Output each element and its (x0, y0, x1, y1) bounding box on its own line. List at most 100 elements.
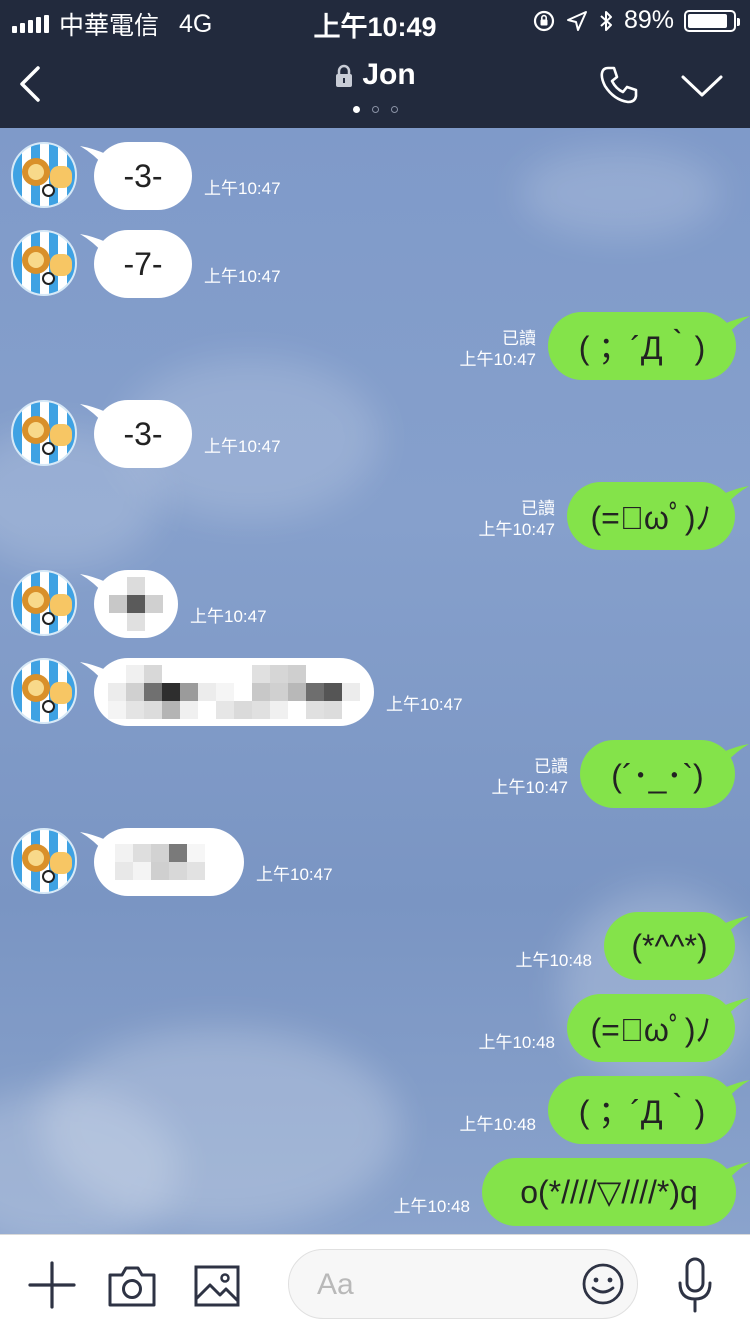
incoming-message: -3- 上午10:47 (0, 400, 750, 480)
message-bubble[interactable]: (´･_･`) (580, 740, 735, 808)
message-bubble[interactable]: (=ﾟωﾟ)ﾉ (567, 994, 735, 1062)
rotation-lock-icon (533, 10, 555, 31)
message-time: 上午10:48 (515, 951, 592, 970)
lion-icon (22, 246, 50, 274)
message-bubble[interactable]: (=ﾟωﾟ)ﾉ (567, 482, 735, 550)
incoming-message: 上午10:47 (0, 828, 750, 908)
message-list[interactable]: -3- 上午10:47 -7- 上午10:47( ；´Д｀) 已讀 上午10:47 -3- 上… (0, 128, 750, 1234)
message-bubble[interactable] (94, 658, 374, 726)
avatar[interactable] (11, 142, 77, 208)
message-bubble[interactable]: (*^^*) (604, 912, 735, 980)
message-text: -7- (123, 245, 163, 282)
lion-icon (22, 416, 50, 444)
message-input[interactable] (315, 1264, 569, 1306)
read-receipt: 已讀 (502, 329, 536, 348)
battery-icon (684, 9, 740, 32)
cat-icon (50, 594, 72, 616)
plus-icon[interactable] (28, 1261, 76, 1309)
message-bubble[interactable]: -7- (94, 230, 192, 298)
avatar[interactable] (11, 828, 77, 894)
avatar[interactable] (11, 570, 77, 636)
pixelated-content (115, 844, 223, 880)
message-bubble[interactable] (94, 570, 178, 638)
message-meta: 上午10:48 (478, 1032, 555, 1053)
message-meta: 已讀上午10:47 (459, 328, 536, 370)
outgoing-message: ( ；´Д｀) 上午10:48 (0, 1076, 750, 1156)
avatar[interactable] (11, 658, 77, 724)
camera-icon[interactable] (106, 1263, 158, 1309)
chat-title-text: Jon (362, 58, 416, 91)
cat-icon (50, 166, 72, 188)
cat-icon (50, 254, 72, 276)
message-meta: 上午10:47 (204, 178, 281, 199)
message-meta: 上午10:48 (515, 950, 592, 971)
message-time: 上午10:47 (491, 778, 568, 797)
read-receipt: 已讀 (521, 499, 555, 518)
message-text: (=ﾟωﾟ)ﾉ (590, 1012, 712, 1048)
message-time: 上午10:47 (459, 350, 536, 369)
message-meta: 已讀上午10:47 (491, 756, 568, 798)
soccer-ball-icon (42, 184, 55, 197)
cat-icon (50, 424, 72, 446)
message-text: (´･_･`) (611, 758, 704, 794)
page-indicator (0, 106, 750, 113)
lion-icon (22, 844, 50, 872)
smile-icon[interactable] (581, 1262, 625, 1306)
message-time: 上午10:47 (386, 695, 463, 714)
status-bar: 中華電信 4G 上午10:49 89% (0, 0, 750, 42)
soccer-ball-icon (42, 272, 55, 285)
message-text: -3- (123, 157, 163, 194)
message-time: 上午10:47 (204, 179, 281, 198)
bluetooth-icon (600, 10, 612, 31)
soccer-ball-icon (42, 700, 55, 713)
lion-icon (22, 158, 50, 186)
pixelated-content (108, 665, 360, 719)
image-icon[interactable] (193, 1263, 241, 1309)
incoming-message: -7- 上午10:47 (0, 230, 750, 310)
message-input-field[interactable] (288, 1249, 638, 1319)
lion-icon (22, 674, 50, 702)
outgoing-message: o(*////▽////*)q 上午10:48 (0, 1158, 750, 1234)
outgoing-message: (=ﾟωﾟ)ﾉ 已讀上午10:47 (0, 482, 750, 562)
message-bubble[interactable] (94, 828, 244, 896)
message-meta: 上午10:48 (393, 1196, 470, 1217)
read-receipt: 已讀 (534, 757, 568, 776)
message-time: 上午10:47 (478, 520, 555, 539)
incoming-message: 上午10:47 (0, 658, 750, 738)
location-arrow-icon (566, 10, 587, 31)
input-bar (0, 1234, 750, 1334)
pixelated-content (109, 577, 163, 631)
chevron-down-icon[interactable] (680, 72, 724, 100)
message-time: 上午10:47 (190, 607, 267, 626)
soccer-ball-icon (42, 442, 55, 455)
message-bubble[interactable]: ( ；´Д｀) (548, 1076, 736, 1144)
message-meta: 上午10:47 (204, 436, 281, 457)
message-time: 上午10:48 (478, 1033, 555, 1052)
outgoing-message: (´･_･`) 已讀上午10:47 (0, 740, 750, 820)
lion-icon (22, 586, 50, 614)
soccer-ball-icon (42, 870, 55, 883)
message-text: ( ；´Д｀) (578, 1094, 706, 1130)
message-meta: 上午10:47 (190, 606, 267, 627)
message-bubble[interactable]: o(*////▽////*)q (482, 1158, 736, 1226)
message-meta: 上午10:48 (459, 1114, 536, 1135)
outgoing-message: ( ；´Д｀) 已讀上午10:47 (0, 312, 750, 392)
chat-header: Jon (0, 40, 750, 128)
microphone-icon[interactable] (676, 1257, 714, 1315)
message-meta: 上午10:47 (204, 266, 281, 287)
message-time: 上午10:48 (393, 1197, 470, 1216)
cat-icon (50, 852, 72, 874)
avatar[interactable] (11, 400, 77, 466)
message-time: 上午10:47 (256, 865, 333, 884)
message-bubble[interactable]: ( ；´Д｀) (548, 312, 736, 380)
message-bubble[interactable]: -3- (94, 400, 192, 468)
phone-icon[interactable] (598, 64, 640, 106)
message-text: (*^^*) (631, 927, 708, 964)
soccer-ball-icon (42, 612, 55, 625)
message-bubble[interactable]: -3- (94, 142, 192, 210)
page-dot (352, 106, 360, 113)
message-text: o(*////▽////*)q (520, 1174, 698, 1210)
outgoing-message: (=ﾟωﾟ)ﾉ 上午10:48 (0, 994, 750, 1074)
message-meta: 上午10:47 (386, 694, 463, 715)
avatar[interactable] (11, 230, 77, 296)
